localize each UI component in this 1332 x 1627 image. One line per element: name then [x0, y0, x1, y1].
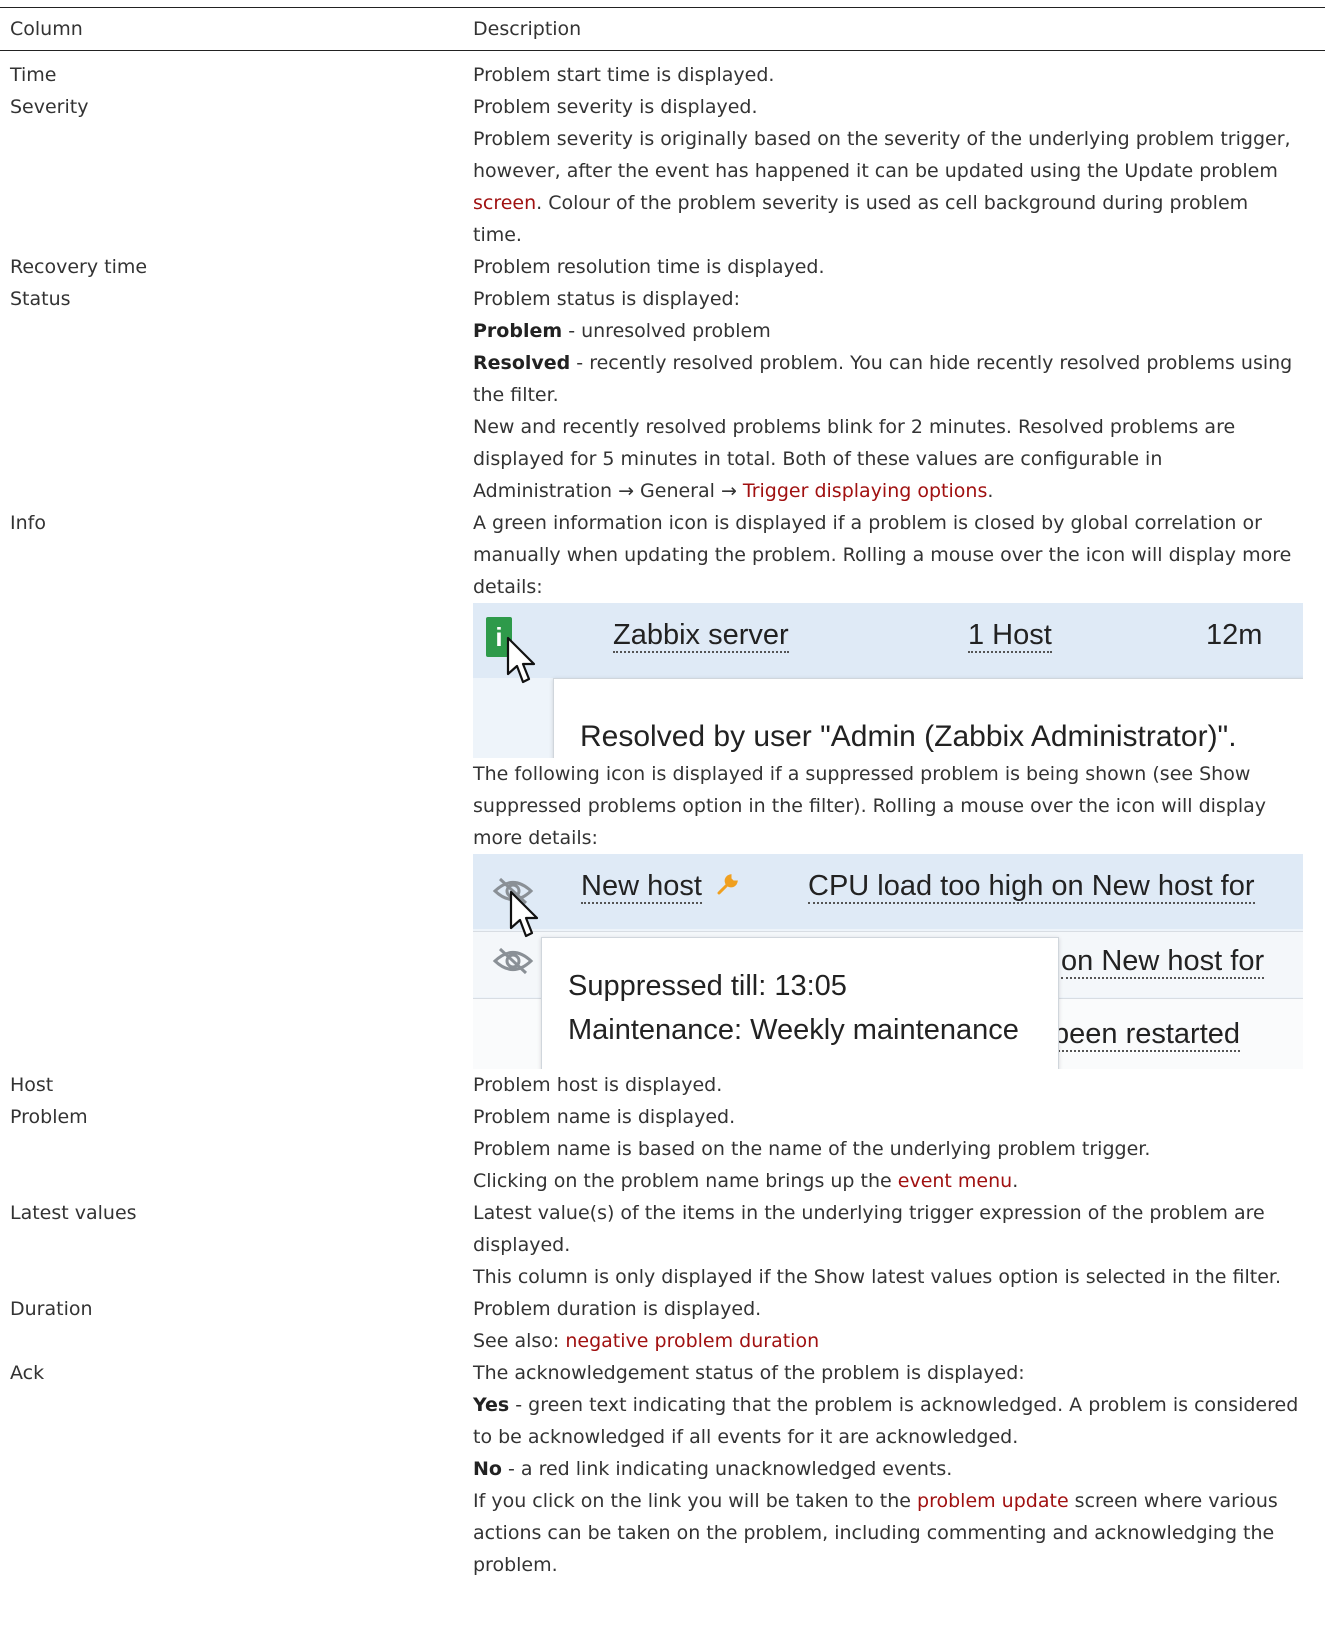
row-desc: Problem severity is displayed.	[473, 96, 758, 118]
row-desc: Problem severity is originally based on …	[473, 128, 1291, 246]
header-column: Column	[10, 18, 83, 40]
tooltip: Resolved by user "Admin (Zabbix Administ…	[553, 678, 1303, 758]
columns-table: Column Description Time Problem start ti…	[0, 7, 1325, 1581]
negative-problem-duration-link[interactable]: negative problem duration	[565, 1330, 819, 1352]
tooltip-line: Maintenance: Weekly maintenance	[568, 1014, 1019, 1046]
tooltip: Suppressed till: 13:05 Maintenance: Week…	[541, 937, 1059, 1069]
row-desc: Problem name is displayed.	[473, 1106, 736, 1128]
info-icon-screenshot: i Zabbix server 1 Host 12m Resolved by u…	[473, 603, 1303, 758]
row-desc: The following icon is displayed if a sup…	[473, 763, 1267, 849]
row-name: Host	[10, 1074, 54, 1096]
row-name: Info	[10, 512, 46, 534]
hosts-count: 1 Host	[968, 619, 1052, 653]
row-name: Latest values	[10, 1202, 137, 1224]
table-row: Status Problem status is displayed: Prob…	[0, 283, 1325, 507]
suppressed-icon-screenshot: New host CPU load too high on New host f…	[473, 854, 1303, 1069]
trigger-displaying-options-link[interactable]: Trigger displaying options	[743, 480, 987, 502]
row-desc: New and recently resolved problems blink…	[473, 416, 1236, 502]
row-name: Severity	[10, 96, 89, 118]
row-desc: No - a red link indicating unacknowledge…	[473, 1458, 953, 1480]
row-desc: Problem duration is displayed.	[473, 1298, 762, 1320]
row-desc: This column is only displayed if the Sho…	[473, 1266, 1282, 1288]
problem-update-link[interactable]: problem update	[917, 1490, 1069, 1512]
row-desc: Resolved - recently resolved problem. Yo…	[473, 352, 1293, 406]
row-name: Problem	[10, 1106, 88, 1128]
row-desc: See also: negative problem duration	[473, 1330, 820, 1352]
row-desc: Clicking on the problem name brings up t…	[473, 1170, 1019, 1192]
row-name: Status	[10, 288, 71, 310]
row-desc: Latest value(s) of the items in the unde…	[473, 1202, 1265, 1256]
row-desc: The acknowledgement status of the proble…	[473, 1362, 1025, 1384]
row-name: Time	[10, 64, 57, 86]
row-name: Recovery time	[10, 256, 148, 278]
eye-slash-icon	[492, 947, 534, 975]
table-row: Ack The acknowledgement status of the pr…	[0, 1357, 1325, 1581]
row-desc: Problem host is displayed.	[473, 1074, 723, 1096]
problem-name: been restarted	[1053, 1018, 1241, 1052]
row-desc: Problem status is displayed:	[473, 288, 740, 310]
table-row: Severity Problem severity is displayed. …	[0, 91, 1325, 251]
table-row: Problem Problem name is displayed. Probl…	[0, 1101, 1325, 1197]
table-row: Info A green information icon is display…	[0, 507, 1325, 1069]
header-description: Description	[473, 18, 582, 40]
cursor-icon	[506, 636, 536, 684]
row-desc: Problem start time is displayed.	[473, 64, 775, 86]
table-row: Recovery time Problem resolution time is…	[0, 251, 1325, 283]
row-desc: A green information icon is displayed if…	[473, 512, 1292, 598]
table-header: Column Description	[0, 7, 1325, 51]
problem-name: on New host for	[1061, 945, 1265, 979]
table-row: Duration Problem duration is displayed. …	[0, 1293, 1325, 1357]
wrench-icon	[717, 874, 738, 895]
cursor-icon	[509, 890, 539, 938]
row-desc: Yes - green text indicating that the pro…	[473, 1394, 1299, 1448]
row-desc: Problem name is based on the name of the…	[473, 1138, 1151, 1160]
duration: 12m	[1206, 619, 1263, 651]
row-desc: Problem - unresolved problem	[473, 320, 771, 342]
row-desc: If you click on the link you will be tak…	[473, 1490, 1278, 1576]
tooltip-line: Suppressed till: 13:05	[568, 970, 847, 1002]
host-name: New host	[581, 870, 702, 904]
problem-name: CPU load too high on New host for	[808, 870, 1255, 904]
problem-row	[473, 603, 1303, 678]
screen-link[interactable]: screen	[473, 192, 536, 214]
row-desc: Problem resolution time is displayed.	[473, 256, 825, 278]
table-row: Latest values Latest value(s) of the ite…	[0, 1197, 1325, 1293]
table-row: Time Problem start time is displayed.	[0, 59, 1325, 91]
row-name: Ack	[10, 1362, 45, 1384]
row-name: Duration	[10, 1298, 93, 1320]
host-name: Zabbix server	[613, 619, 789, 653]
table-row: Host Problem host is displayed.	[0, 1069, 1325, 1101]
event-menu-link[interactable]: event menu	[898, 1170, 1012, 1192]
tooltip-text: Resolved by user "Admin (Zabbix Administ…	[580, 720, 1237, 753]
